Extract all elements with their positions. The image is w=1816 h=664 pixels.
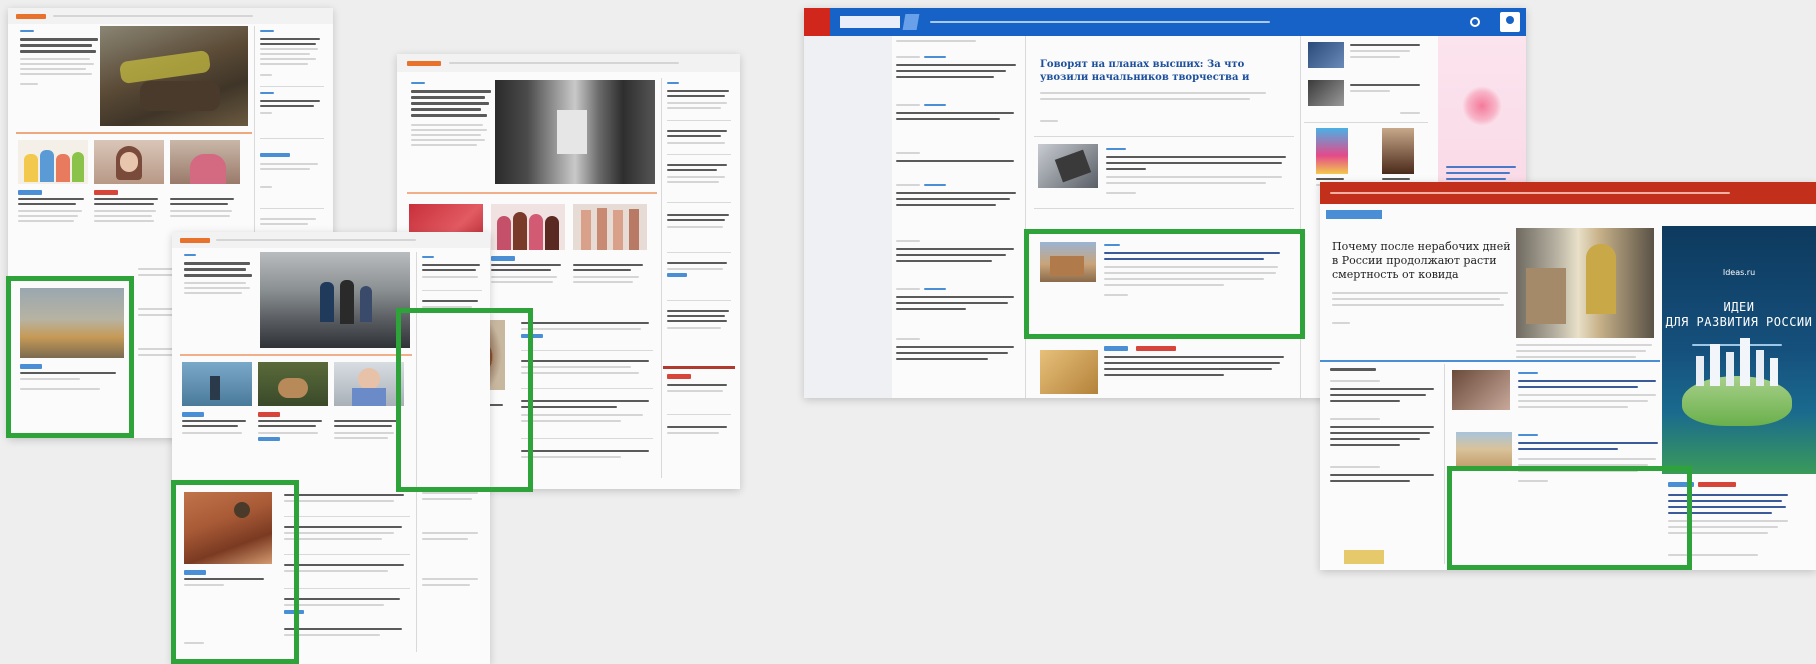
article-photo-2 (1452, 370, 1510, 410)
hero-photo-window (1516, 228, 1654, 338)
site-logo-text[interactable] (840, 16, 900, 28)
hero-photo-street (260, 252, 410, 348)
sidebar-photo-2 (1308, 80, 1344, 106)
article-photo-hand (1038, 144, 1098, 188)
thumb-child (334, 362, 404, 406)
collage-stage: Говорят на планах высших: За что увозили… (0, 0, 1816, 664)
highlight-box-2 (171, 480, 299, 664)
section-label (1326, 210, 1382, 219)
thumb-cartoon-people (18, 140, 88, 184)
site-logo (180, 238, 210, 243)
user-icon[interactable] (1500, 12, 1520, 32)
hero-photo (100, 26, 248, 126)
highlight-box-3 (396, 308, 533, 492)
main-headline[interactable]: Говорят на планах высших: За что увозили… (1040, 58, 1270, 86)
highlight-box-1 (6, 276, 134, 438)
site-logo (407, 61, 441, 66)
lead-headline[interactable]: Почему после нерабочих дней в России про… (1332, 240, 1512, 284)
highlight-box-4 (1024, 229, 1305, 339)
highlight-box-5 (1447, 466, 1692, 570)
sidebar-photo-3 (1316, 128, 1348, 174)
thumb-portrait (94, 140, 164, 184)
thumb-person-pink (170, 140, 240, 184)
ad-main-text: ИДЕИ ДЛЯ РАЗВИТИЯ РОССИИ (1665, 300, 1813, 329)
thumb-climber (182, 362, 252, 406)
sidebar-photo-4 (1382, 128, 1414, 174)
ad-top-text: Ideas.ru (1722, 268, 1756, 277)
site-logo (16, 14, 46, 19)
hero-photo-door (495, 80, 655, 184)
site-logo-red[interactable] (804, 8, 830, 36)
sidebar-photo-1 (1308, 42, 1344, 68)
article-photo-amber (1040, 350, 1098, 394)
ad-banner-ideas[interactable]: Ideas.ru ИДЕИ ДЛЯ РАЗВИТИЯ РОССИИ (1662, 226, 1816, 474)
thumb-models (573, 204, 647, 250)
thumb-forest (258, 362, 328, 406)
thumb-group-women (491, 204, 565, 250)
search-icon[interactable] (1470, 17, 1480, 27)
highlighted-card-photo-desert (1456, 432, 1512, 466)
